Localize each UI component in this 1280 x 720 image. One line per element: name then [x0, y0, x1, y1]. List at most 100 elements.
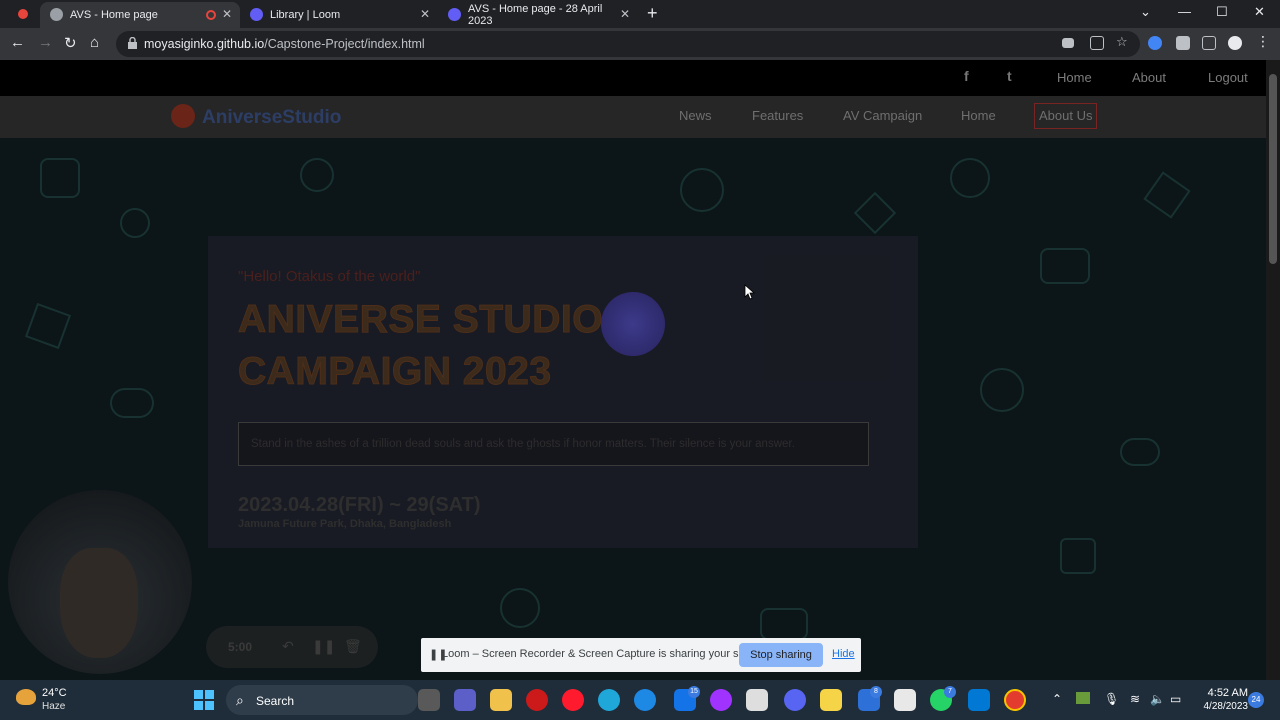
menu-icon[interactable]: ⋮: [1256, 33, 1270, 49]
close-tab-icon[interactable]: ✕: [222, 7, 232, 21]
nav-about-us[interactable]: About Us: [1034, 103, 1098, 129]
taskbar-search[interactable]: ⌕ Search: [226, 685, 418, 715]
windows-taskbar: 24°C Haze ⌕ Search 15 8 7 ⌃ 🎙 ≋ 🔈 ▭ 4:52: [0, 680, 1280, 720]
microphone-icon[interactable]: 🎙: [1104, 692, 1119, 706]
nav-features[interactable]: Features: [752, 108, 803, 123]
facebook-icon[interactable]: f: [964, 68, 969, 84]
hero-title-line2: CAMPAIGN 2023: [238, 350, 552, 394]
hide-link[interactable]: Hide: [832, 648, 855, 660]
top-strip: f t Home About Logout: [0, 60, 1266, 96]
battery-icon[interactable]: ▭: [1170, 692, 1181, 706]
search-icon: ⌕: [236, 692, 244, 708]
camera-icon[interactable]: [1062, 38, 1074, 48]
volume-icon[interactable]: 🔈: [1150, 692, 1165, 706]
pause-icon[interactable]: ❚❚: [312, 638, 335, 655]
share-message: Loom – Screen Recorder & Screen Capture …: [442, 648, 770, 660]
undo-icon[interactable]: ↶: [282, 638, 294, 655]
forward-icon[interactable]: →: [38, 34, 53, 51]
stop-sharing-button[interactable]: Stop sharing: [739, 643, 823, 667]
back-icon[interactable]: ←: [10, 34, 25, 51]
hero-greeting: "Hello! Otakus of the world": [238, 268, 421, 285]
recording-icon: [206, 10, 216, 20]
hero-title-line1: ANIVERSE STUDIO: [237, 298, 604, 342]
hero-quote-box: Stand in the ashes of a trillion dead so…: [238, 422, 869, 466]
windows-start-icon[interactable]: [194, 690, 214, 710]
tab-search-icon[interactable]: ⌄: [1140, 4, 1151, 20]
address-bar[interactable]: moyasiginko.github.io/Capstone-Project/i…: [116, 31, 1140, 57]
edge-icon[interactable]: [598, 689, 620, 711]
mail-badge: 15: [688, 686, 700, 698]
reload-icon[interactable]: ↻: [64, 34, 77, 52]
screen: AVS - Home page ✕ Library | Loom ✕ AVS -…: [0, 0, 1280, 720]
scrollbar-thumb[interactable]: [1269, 74, 1277, 264]
firefox-icon[interactable]: [634, 689, 656, 711]
event-location: Jamuna Future Park, Dhaka, Bangladesh: [238, 518, 452, 530]
side-panel-icon[interactable]: [1202, 36, 1216, 50]
tab-title: AVS - Home page: [70, 9, 158, 21]
site-navbar: AniverseStudio News Features AV Campaign…: [0, 96, 1266, 138]
loom-icon: [448, 8, 461, 21]
messenger-icon[interactable]: [710, 689, 732, 711]
wifi-icon[interactable]: ≋: [1130, 692, 1140, 706]
close-tab-icon[interactable]: ✕: [620, 7, 630, 21]
taskbar-date[interactable]: 4/28/2023: [1186, 701, 1249, 712]
nav-news[interactable]: News: [679, 108, 712, 123]
notification-badge[interactable]: 24: [1248, 692, 1264, 708]
mouse-cursor-icon: [744, 284, 756, 300]
top-link-logout[interactable]: Logout: [1208, 70, 1248, 85]
doodle-icon: [500, 588, 540, 628]
trash-icon[interactable]: 🗑: [344, 638, 362, 655]
file-explorer-icon[interactable]: [490, 689, 512, 711]
close-window-icon[interactable]: ✕: [1254, 4, 1265, 20]
tab-avs-home[interactable]: AVS - Home page ✕: [40, 2, 240, 28]
doodle-icon: [760, 608, 808, 640]
tray-app-icon[interactable]: [1076, 692, 1090, 704]
doodle-icon: [1120, 438, 1160, 466]
extension-icon[interactable]: [1148, 36, 1162, 50]
teams-chat-icon[interactable]: [454, 689, 476, 711]
doodle-icon: [680, 168, 724, 212]
screen-share-bar: ❚❚ Loom – Screen Recorder & Screen Captu…: [421, 638, 861, 672]
tab-title: Library | Loom: [270, 9, 341, 21]
recording-indicator-icon: [18, 9, 28, 19]
weather-icon[interactable]: [16, 689, 36, 705]
opera-icon[interactable]: [562, 689, 584, 711]
doodle-icon: [40, 158, 80, 198]
puzzle-icon[interactable]: [1176, 36, 1190, 50]
task-view-icon[interactable]: [418, 689, 440, 711]
avatar[interactable]: [1228, 36, 1242, 50]
taskbar-time[interactable]: 4:52 AM: [1196, 687, 1248, 699]
nav-av-campaign[interactable]: AV Campaign: [843, 108, 922, 123]
weather-condition: Haze: [42, 701, 66, 712]
webcam-face: [60, 548, 138, 658]
share-icon[interactable]: [1090, 36, 1104, 50]
chrome-icon[interactable]: [1004, 689, 1026, 711]
sticky-notes-icon[interactable]: [820, 689, 842, 711]
top-link-about[interactable]: About: [1132, 70, 1166, 85]
tab-avs-recording[interactable]: AVS - Home page - 28 April 2023 ✕: [438, 2, 638, 28]
browser-tab-bar: AVS - Home page ✕ Library | Loom ✕ AVS -…: [0, 0, 1280, 28]
brand-name[interactable]: AniverseStudio: [202, 107, 341, 129]
bookmark-star-icon[interactable]: ☆: [1116, 34, 1130, 49]
lock-icon: [128, 37, 137, 49]
top-link-home[interactable]: Home: [1057, 70, 1092, 85]
tray-overflow-icon[interactable]: ⌃: [1052, 692, 1062, 706]
discord-icon[interactable]: [784, 689, 806, 711]
tab-loom-library[interactable]: Library | Loom ✕: [240, 2, 438, 28]
store-icon[interactable]: [746, 689, 768, 711]
new-tab-icon[interactable]: +: [647, 3, 658, 24]
doodle-icon: [110, 388, 154, 418]
opera-gx-icon[interactable]: [526, 689, 548, 711]
twitter-icon[interactable]: t: [1007, 68, 1012, 84]
globe-icon: [50, 8, 63, 21]
home-icon[interactable]: ⌂: [90, 34, 99, 51]
close-tab-icon[interactable]: ✕: [420, 7, 430, 21]
slack-icon[interactable]: [894, 689, 916, 711]
doodle-icon: [1143, 171, 1191, 219]
todo-badge: 8: [870, 686, 882, 698]
nav-home[interactable]: Home: [961, 108, 996, 123]
search-label: Search: [256, 694, 295, 708]
vscode-icon[interactable]: [968, 689, 990, 711]
maximize-icon[interactable]: ☐: [1216, 4, 1228, 20]
minimize-icon[interactable]: —: [1178, 4, 1191, 19]
